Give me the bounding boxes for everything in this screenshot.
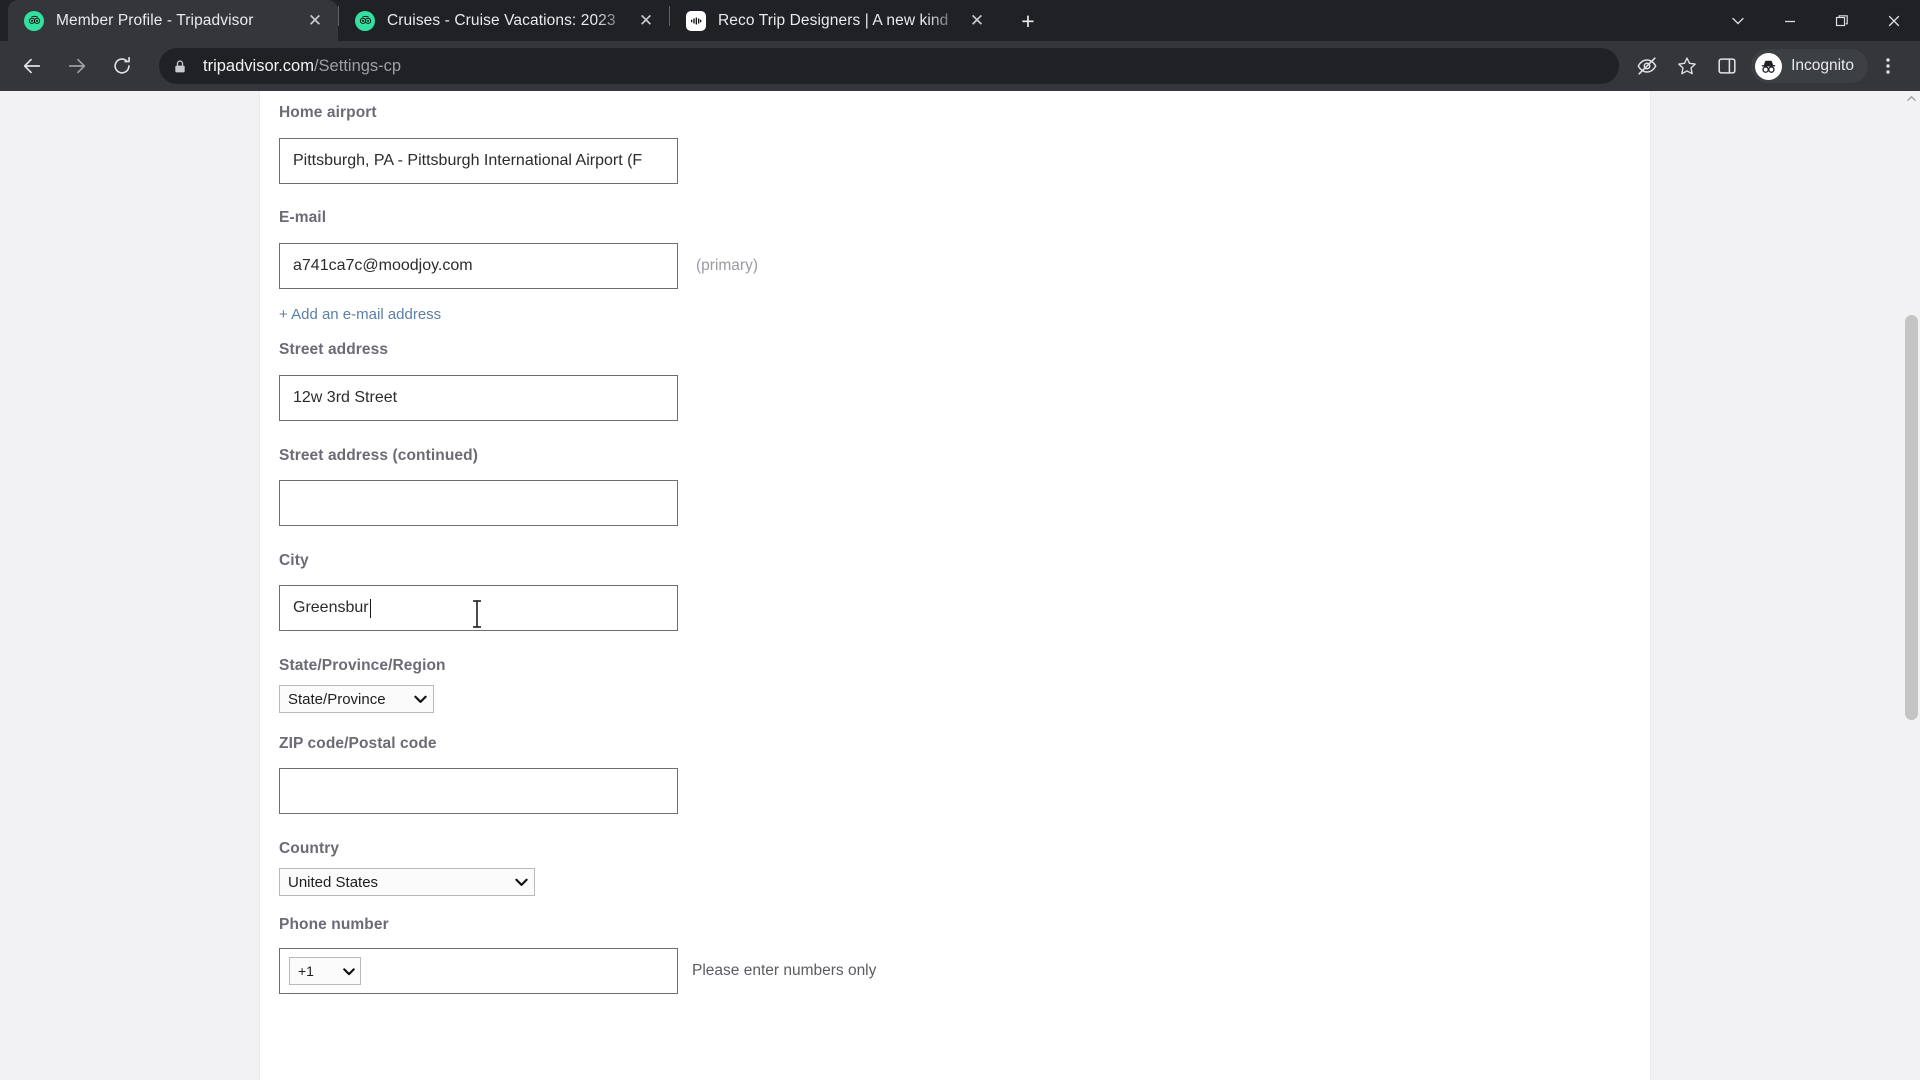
incognito-label: Incognito [1791,57,1854,74]
reload-button[interactable] [102,46,142,86]
chevron-down-icon [515,878,528,887]
tab-search-chevron-down-icon[interactable] [1712,0,1764,41]
scroll-up-arrow-icon[interactable] [1907,94,1916,105]
tripadvisor-owl-icon [355,10,375,31]
page-viewport: Home airport Pittsburgh, PA - Pittsburgh… [0,91,1920,1080]
tab-member-profile[interactable]: Member Profile - Tripadvisor ✕ [8,0,338,41]
state-province-select[interactable]: State/Province [279,685,434,713]
three-dot-menu-icon[interactable] [1868,46,1908,86]
url-text: tripadvisor.com/Settings-cp [203,57,401,76]
city-value: Greensbur [293,599,369,616]
member-profile-form: Home airport Pittsburgh, PA - Pittsburgh… [260,91,1650,994]
street-address-continued-input[interactable] [279,480,678,526]
toolbar-right-actions: Incognito [1627,46,1908,86]
maximize-icon[interactable] [1816,0,1868,41]
street-address-continued-label: Street address (continued) [279,447,478,464]
phone-country-code-select[interactable]: +1 [289,957,361,985]
phone-hint-text: Please enter numbers only [692,962,877,979]
incognito-profile-button[interactable]: Incognito [1751,49,1868,83]
country-select[interactable]: United States [279,868,535,896]
reco-icon [686,10,706,31]
tab-title: Member Profile - Tripadvisor [56,11,254,29]
incognito-avatar-icon [1755,52,1783,80]
settings-content-column: Home airport Pittsburgh, PA - Pittsburgh… [259,91,1651,1080]
forward-button[interactable] [57,46,97,86]
country-value: United States [288,873,379,891]
street-address-label: Street address [279,341,389,358]
chevron-down-icon [414,695,427,704]
tab-close-icon[interactable]: ✕ [302,8,328,34]
page-scrollbar[interactable] [1903,91,1920,1080]
state-province-value: State/Province [288,690,386,708]
tab-cruises[interactable]: Cruises - Cruise Vacations: 2023 ✕ [339,0,669,41]
phone-number-input[interactable]: +1 [279,948,678,994]
window-controls [1712,0,1920,41]
home-airport-value: Pittsburgh, PA - Pittsburgh Internationa… [293,152,643,169]
phone-country-code-value: +1 [298,963,314,979]
side-panel-icon[interactable] [1707,46,1747,86]
eye-off-icon[interactable] [1627,46,1667,86]
city-label: City [279,552,309,569]
browser-window: Member Profile - Tripadvisor ✕ Cruises -… [0,0,1920,1080]
address-bar[interactable]: tripadvisor.com/Settings-cp [159,48,1620,84]
street-address-value: 12w 3rd Street [293,389,398,406]
chevron-down-icon [343,963,355,979]
email-label: E-mail [279,209,327,226]
tab-strip: Member Profile - Tripadvisor ✕ Cruises -… [0,0,1920,41]
email-value: a741ca7c@moodjoy.com [293,257,473,274]
back-button[interactable] [12,46,52,86]
city-input[interactable]: Greensbur [279,585,678,631]
star-icon[interactable] [1667,46,1707,86]
scrollbar-thumb[interactable] [1905,315,1918,720]
tab-close-icon[interactable]: ✕ [633,8,659,34]
tab-title: Reco Trip Designers | A new kind [718,11,949,29]
phone-number-label: Phone number [279,916,389,933]
minimize-icon[interactable] [1764,0,1816,41]
tab-close-icon[interactable]: ✕ [964,8,990,34]
zip-postal-code-input[interactable] [279,768,678,814]
tab-reco-trip-designers[interactable]: Reco Trip Designers | A new kind ✕ [670,0,1000,41]
text-caret [369,598,371,618]
tab-title: Cruises - Cruise Vacations: 2023 [387,11,616,29]
home-airport-label: Home airport [279,104,377,121]
email-input[interactable]: a741ca7c@moodjoy.com [279,243,678,289]
browser-toolbar: tripadvisor.com/Settings-cp Incognito [0,41,1920,91]
home-airport-input[interactable]: Pittsburgh, PA - Pittsburgh Internationa… [279,138,678,184]
add-email-address-link[interactable]: + Add an e-mail address [279,306,1650,323]
country-label: Country [279,840,340,857]
new-tab-button[interactable]: + [1008,4,1048,38]
state-province-region-label: State/Province/Region [279,657,446,674]
close-icon[interactable] [1868,0,1920,41]
street-address-input[interactable]: 12w 3rd Street [279,375,678,421]
zip-postal-code-label: ZIP code/Postal code [279,735,437,752]
url-path: /Settings-cp [313,56,402,75]
url-host: tripadvisor.com [203,56,314,75]
lock-icon [173,59,187,74]
tripadvisor-owl-icon [24,10,44,31]
phone-row: +1 Please enter numbers only [279,948,1650,994]
email-primary-note: (primary) [696,257,758,274]
email-row: a741ca7c@moodjoy.com (primary) [279,243,1650,289]
